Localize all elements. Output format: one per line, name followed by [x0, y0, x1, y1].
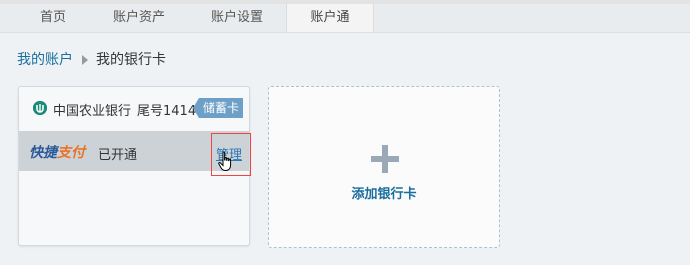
manage-highlight-box: 管理 — [211, 133, 251, 176]
hand-cursor-icon — [218, 151, 232, 171]
tab-account-settings[interactable]: 账户设置 — [197, 4, 277, 32]
bank-card: 中国农业银行 尾号1414 储蓄卡 快捷支付 已开通 管理 — [18, 86, 251, 246]
tab-account-assets[interactable]: 账户资产 — [99, 4, 179, 32]
abc-bank-logo-icon — [33, 101, 47, 115]
breadcrumb-my-account[interactable]: 我的账户 — [17, 52, 73, 68]
bank-name: 中国农业银行 — [53, 104, 132, 119]
quickpay-row: 快捷支付 已开通 管理 — [19, 131, 251, 176]
top-nav: 首页 账户资产 账户设置 账户通 — [0, 4, 690, 33]
breadcrumb: 我的账户 我的银行卡 — [17, 51, 166, 69]
tab-account-link[interactable]: 账户通 — [286, 4, 374, 32]
card-tail-number: 尾号1414 — [137, 104, 197, 119]
plus-icon — [371, 145, 399, 173]
quickpay-logo: 快捷支付 — [29, 145, 85, 161]
add-bank-card-button[interactable]: 添加银行卡 — [268, 86, 500, 248]
breadcrumb-current: 我的银行卡 — [96, 52, 166, 68]
tab-home[interactable]: 首页 — [13, 4, 93, 32]
quickpay-status: 已开通 — [98, 148, 138, 163]
breadcrumb-arrow-icon — [82, 54, 88, 65]
card-type-badge: 储蓄卡 — [192, 98, 244, 118]
add-bank-card-label: 添加银行卡 — [351, 187, 417, 202]
bank-card-header: 中国农业银行 尾号1414 储蓄卡 — [19, 87, 249, 131]
